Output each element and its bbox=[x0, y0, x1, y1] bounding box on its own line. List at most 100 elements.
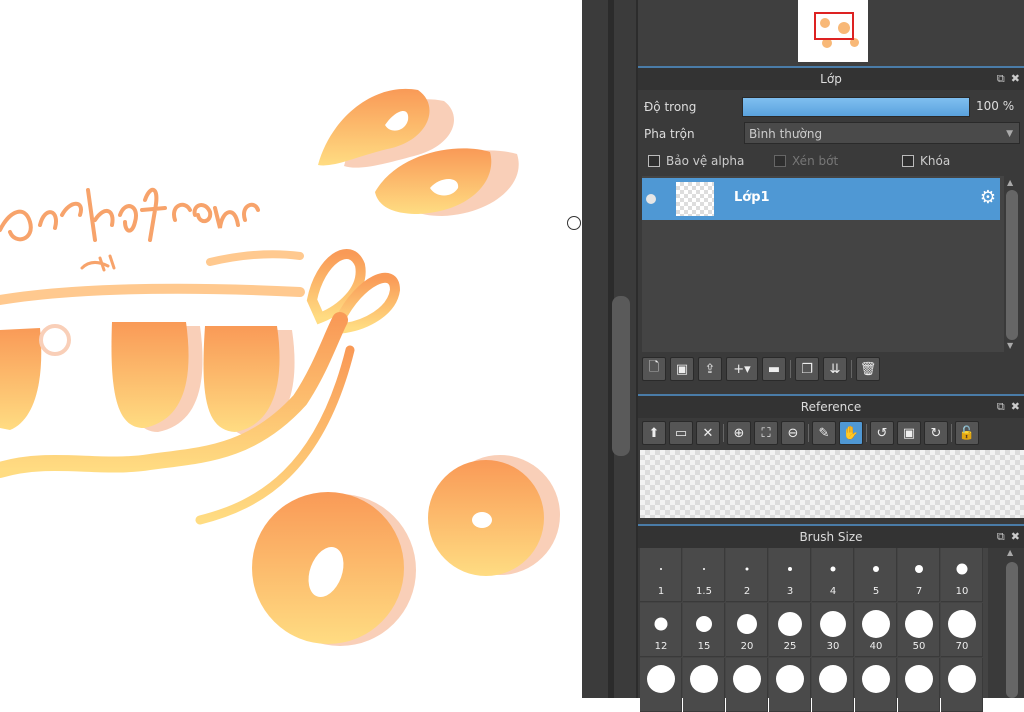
brush-size-label: 4 bbox=[829, 586, 837, 597]
layer-panel-title: Lớp bbox=[820, 72, 842, 86]
brush-size-cell[interactable]: 5 bbox=[855, 548, 897, 602]
brush-dot bbox=[745, 567, 748, 571]
float-icon[interactable]: ⧉ bbox=[997, 72, 1005, 85]
brush-size-cell[interactable] bbox=[898, 658, 940, 712]
visibility-icon[interactable] bbox=[646, 194, 656, 204]
brush-size-label: 20 bbox=[740, 641, 754, 652]
gear-icon[interactable]: ⚙ bbox=[980, 187, 996, 208]
opacity-slider[interactable] bbox=[742, 97, 970, 117]
reference-image-area[interactable] bbox=[640, 450, 1024, 518]
brush-size-panel-header: Brush Size ⧉ ✖ bbox=[638, 524, 1024, 548]
clipping-checkbox[interactable]: Xén bớt bbox=[774, 154, 838, 168]
brush-size-cell[interactable] bbox=[812, 658, 854, 712]
fullscreen-icon[interactable]: ▣ bbox=[897, 421, 921, 445]
brush-dot bbox=[787, 567, 792, 571]
brush-size-cell[interactable]: 20 bbox=[726, 603, 768, 657]
brush-size-cell[interactable]: 50 bbox=[898, 603, 940, 657]
brush-size-cell[interactable] bbox=[683, 658, 725, 712]
brush-size-label: 7 bbox=[915, 586, 923, 597]
brush-size-label: 1.5 bbox=[696, 586, 712, 597]
open-folder-icon[interactable]: ▭ bbox=[669, 421, 693, 445]
lock-checkbox[interactable]: Khóa bbox=[902, 154, 950, 168]
opacity-label: Độ trong bbox=[644, 100, 697, 114]
drawing-canvas[interactable] bbox=[0, 0, 582, 698]
brush-dot bbox=[736, 614, 757, 634]
brush-size-scrollbar[interactable]: ▲ bbox=[1002, 548, 1022, 698]
lock-label: Khóa bbox=[920, 154, 951, 168]
rotate-right-icon[interactable]: ↻ bbox=[924, 421, 948, 445]
upload-icon[interactable]: ⬆ bbox=[642, 421, 666, 445]
brush-size-cell[interactable] bbox=[640, 658, 682, 712]
brush-size-cell[interactable] bbox=[941, 658, 983, 712]
new-raster-icon[interactable]: ▣ bbox=[670, 357, 694, 381]
brush-size-cell[interactable]: 7 bbox=[898, 548, 940, 602]
folder-icon[interactable]: ▬ bbox=[762, 357, 786, 381]
protect-alpha-checkbox[interactable]: Bảo vệ alpha bbox=[648, 154, 744, 168]
brush-size-cell[interactable]: 12 bbox=[640, 603, 682, 657]
layer-list-scrollbar[interactable]: ▲ ▼ bbox=[1004, 176, 1020, 352]
float-icon[interactable]: ⧉ bbox=[997, 530, 1005, 543]
close-icon[interactable]: ✖ bbox=[1011, 72, 1020, 85]
brush-size-cell[interactable]: 2 bbox=[726, 548, 768, 602]
brush-size-cell[interactable] bbox=[726, 658, 768, 712]
brush-size-label: 2 bbox=[743, 586, 751, 597]
brush-size-label: 5 bbox=[872, 586, 880, 597]
close-icon[interactable]: ✕ bbox=[696, 421, 720, 445]
layer-toolbar: 🗋 ▣ ⇪ +▾ ▬ ❐ ⇊ 🗑 bbox=[642, 357, 880, 381]
brush-size-cell[interactable]: 70 bbox=[941, 603, 983, 657]
brush-size-label: 15 bbox=[697, 641, 711, 652]
duplicate-icon[interactable]: ❐ bbox=[795, 357, 819, 381]
add-layer-menu-icon[interactable]: +▾ bbox=[726, 357, 758, 381]
navigator-thumbnail[interactable] bbox=[798, 0, 868, 62]
brush-size-cell[interactable]: 40 bbox=[855, 603, 897, 657]
scroll-up-icon[interactable]: ▲ bbox=[1007, 548, 1013, 557]
fit-icon[interactable]: ⛶ bbox=[754, 421, 778, 445]
import-icon[interactable]: ⇪ bbox=[698, 357, 722, 381]
brush-dot bbox=[904, 665, 933, 693]
brush-size-cell[interactable]: 4 bbox=[812, 548, 854, 602]
brush-size-label: 12 bbox=[654, 641, 668, 652]
brush-dot bbox=[914, 565, 923, 573]
close-icon[interactable]: ✖ bbox=[1011, 530, 1020, 543]
brush-dot bbox=[689, 665, 718, 693]
brush-dot bbox=[732, 665, 761, 693]
zoom-in-icon[interactable]: ⊕ bbox=[727, 421, 751, 445]
close-icon[interactable]: ✖ bbox=[1011, 400, 1020, 413]
blend-mode-select[interactable]: Bình thường ▼ bbox=[744, 122, 1020, 144]
brush-dot bbox=[695, 616, 712, 632]
brush-size-grid: 1 1.5 2 3 4 5 7 10 12 15 20 25 30 40 50 70 bbox=[640, 548, 988, 712]
brush-size-label: 3 bbox=[786, 586, 794, 597]
navigator-panel[interactable] bbox=[638, 0, 1024, 66]
brush-size-cell[interactable] bbox=[855, 658, 897, 712]
opacity-value: 100 % bbox=[976, 99, 1015, 113]
lock-icon[interactable]: 🔓 bbox=[955, 421, 979, 445]
rotate-left-icon[interactable]: ↺ bbox=[870, 421, 894, 445]
brush-size-cell[interactable]: 25 bbox=[769, 603, 811, 657]
brush-size-cell[interactable]: 15 bbox=[683, 603, 725, 657]
brush-dot bbox=[654, 617, 667, 631]
merge-icon[interactable]: ⇊ bbox=[823, 357, 847, 381]
layer-row[interactable]: Lớp1 ⚙ bbox=[642, 178, 1000, 220]
brush-size-cell[interactable]: 1 bbox=[640, 548, 682, 602]
navigator-viewport[interactable] bbox=[814, 12, 854, 40]
brush-size-cell[interactable]: 1.5 bbox=[683, 548, 725, 602]
layer-thumbnail bbox=[676, 182, 714, 216]
float-icon[interactable]: ⧉ bbox=[997, 400, 1005, 413]
brush-dot bbox=[830, 566, 835, 572]
eyedropper-icon[interactable]: ✎ bbox=[812, 421, 836, 445]
reference-panel-header: Reference ⧉ ✖ bbox=[638, 394, 1024, 418]
delete-icon[interactable]: 🗑 bbox=[856, 357, 880, 381]
brush-size-cell[interactable]: 30 bbox=[812, 603, 854, 657]
zoom-out-icon[interactable]: ⊖ bbox=[781, 421, 805, 445]
brush-size-cell[interactable]: 3 bbox=[769, 548, 811, 602]
scroll-up-icon[interactable]: ▲ bbox=[1007, 178, 1013, 187]
brush-size-cell[interactable] bbox=[769, 658, 811, 712]
scroll-down-icon[interactable]: ▼ bbox=[1007, 341, 1013, 350]
hand-icon[interactable]: ✋ bbox=[839, 421, 863, 445]
brush-dot bbox=[872, 566, 879, 572]
brush-size-cell[interactable]: 10 bbox=[941, 548, 983, 602]
new-layer-icon[interactable]: 🗋 bbox=[642, 357, 666, 381]
canvas-scrollbar[interactable] bbox=[612, 296, 630, 456]
brush-dot bbox=[819, 611, 846, 637]
protect-alpha-label: Bảo vệ alpha bbox=[666, 154, 745, 168]
